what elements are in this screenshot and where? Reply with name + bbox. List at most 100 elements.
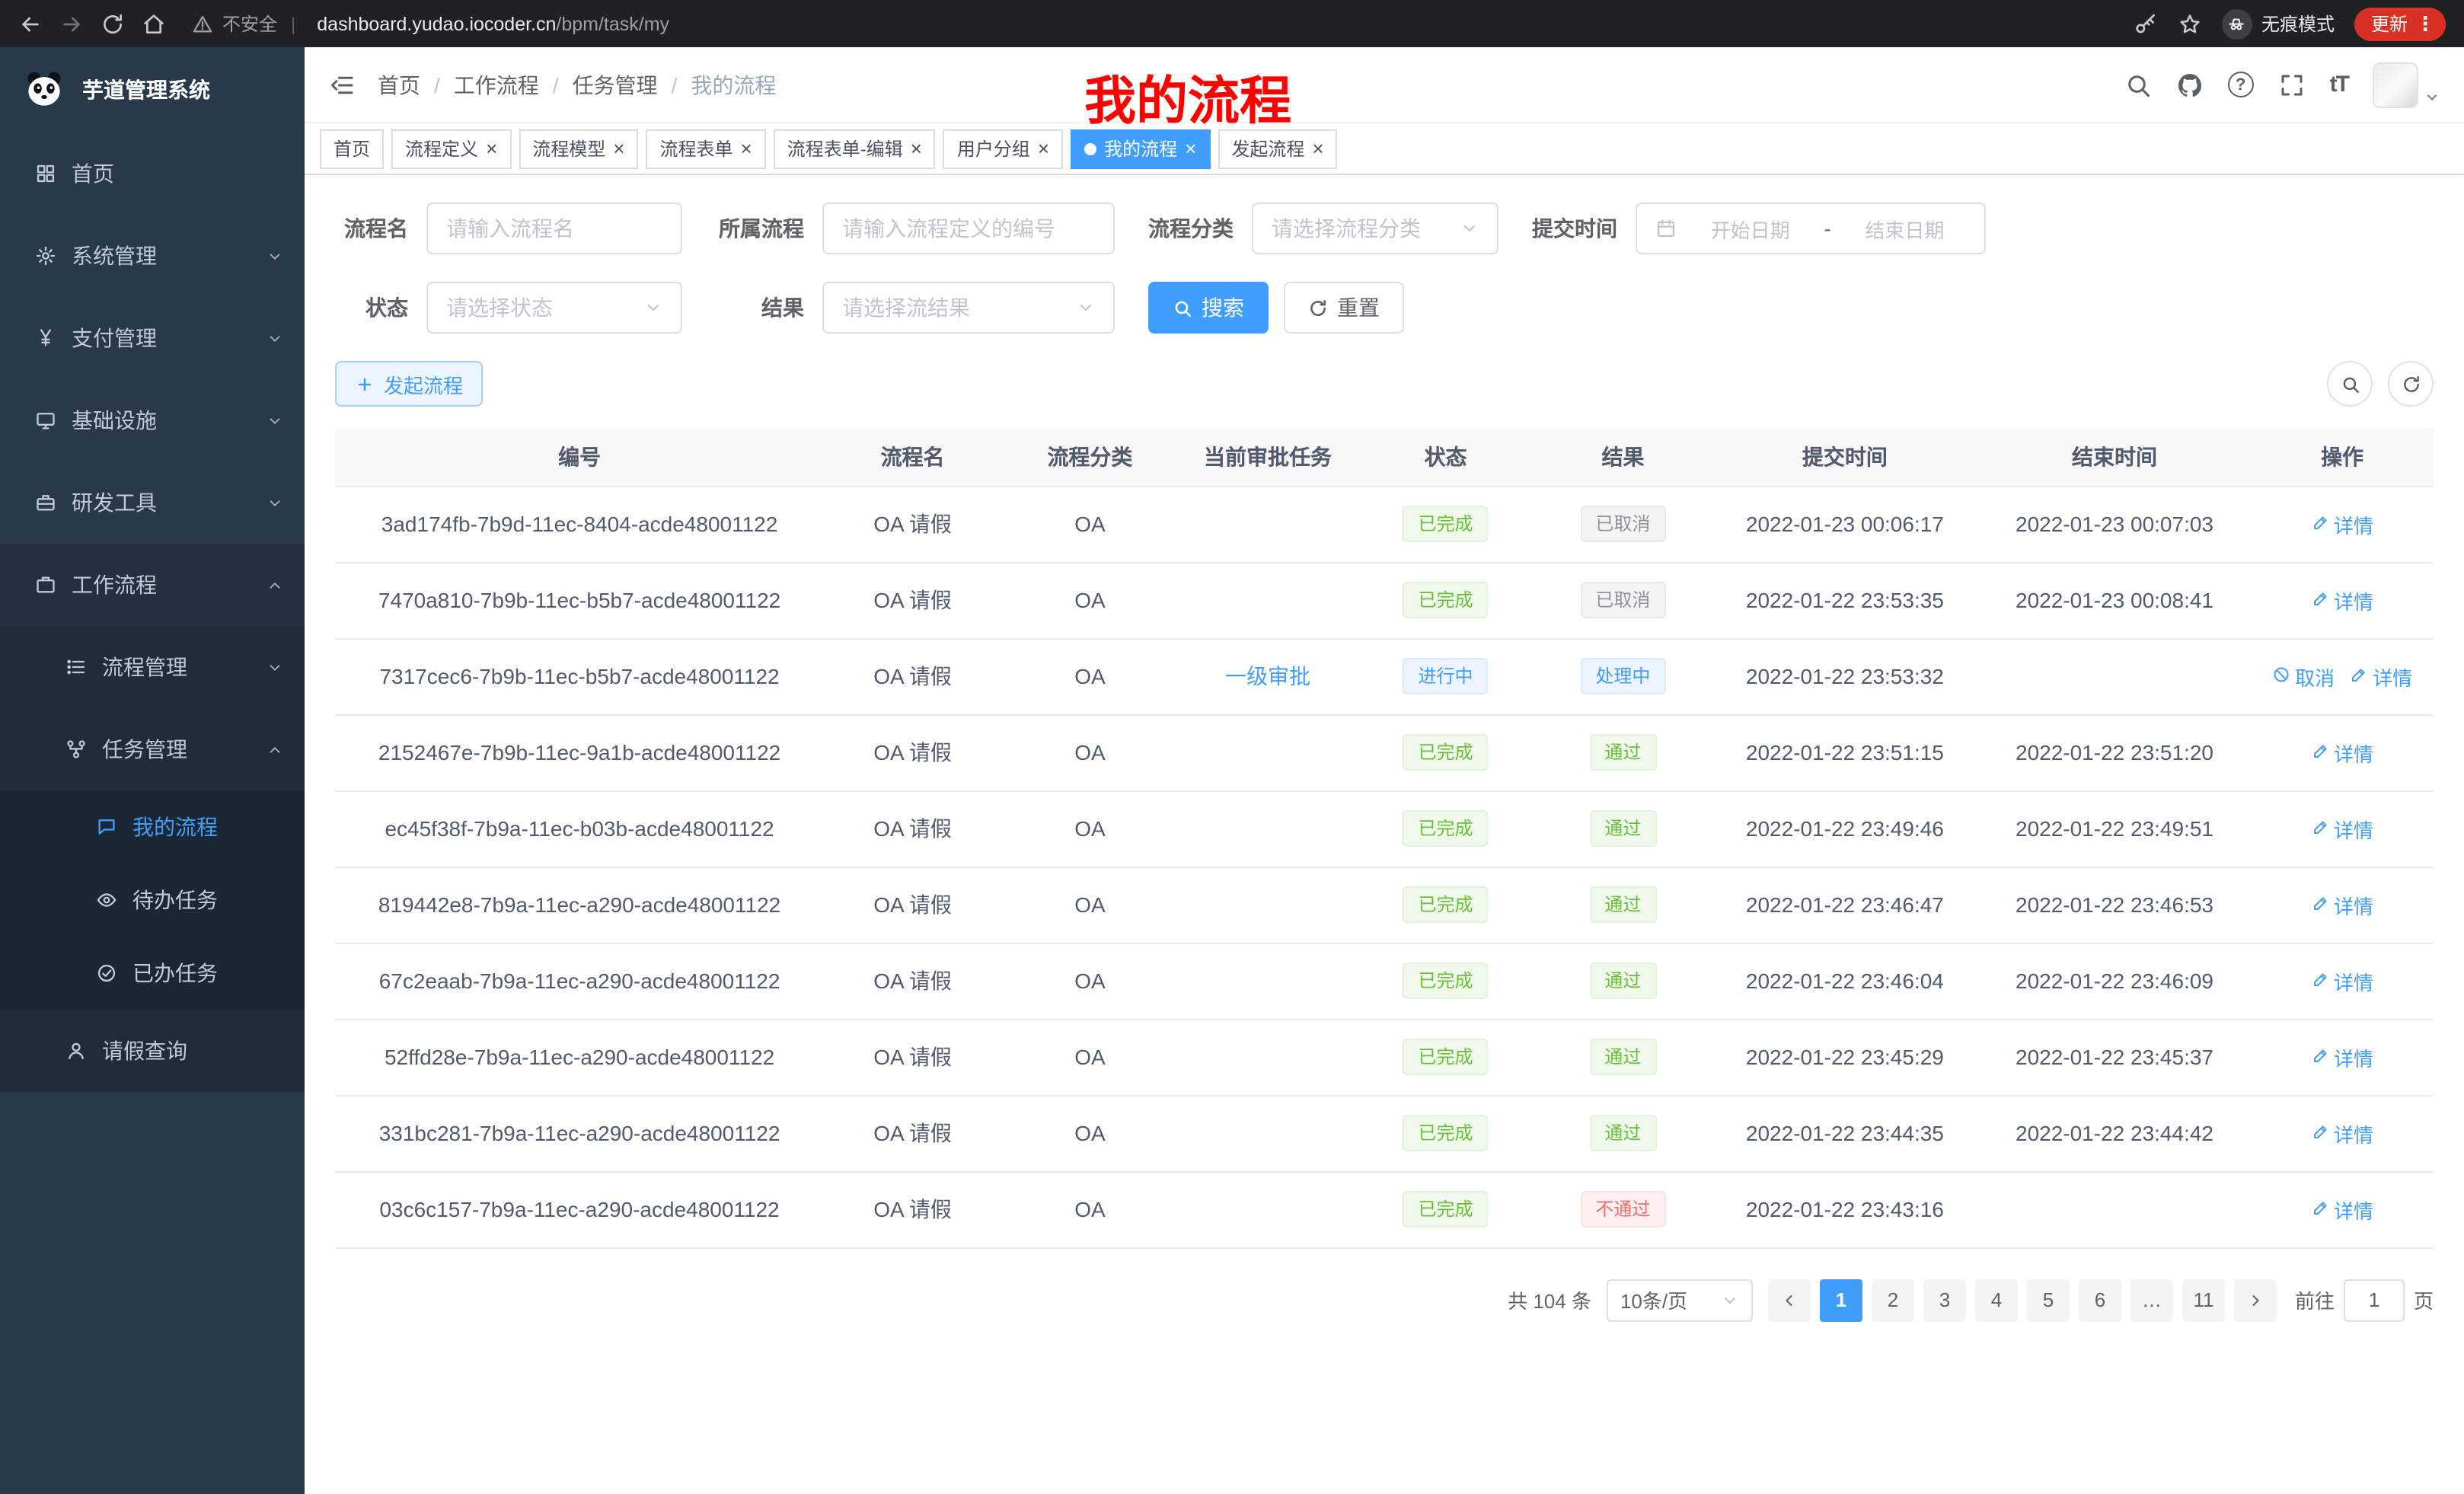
- page-button[interactable]: 1: [1820, 1279, 1862, 1321]
- cell-id: 67c2eaab-7b9a-11ec-a290-acde48001122: [335, 943, 824, 1019]
- tab-process-form-edit[interactable]: 流程表单-编辑×: [774, 129, 936, 168]
- search-icon[interactable]: [2124, 71, 2152, 98]
- fullscreen-icon[interactable]: [2278, 71, 2306, 98]
- back-icon[interactable]: [18, 11, 43, 36]
- tab-close-icon[interactable]: ×: [741, 139, 752, 158]
- goto-page-input[interactable]: [2344, 1279, 2405, 1321]
- page-button[interactable]: 6: [2079, 1279, 2121, 1321]
- tab-close-icon[interactable]: ×: [911, 139, 922, 158]
- sidebar-item-infrastructure[interactable]: 基础设施: [0, 379, 305, 461]
- cell-process-name: OA 请假: [824, 943, 1001, 1019]
- next-page-button[interactable]: [2234, 1279, 2277, 1321]
- start-date-placeholder[interactable]: 开始日期: [1689, 214, 1811, 243]
- browser-menu-icon[interactable]: ⋮: [2415, 11, 2435, 36]
- tab-close-icon[interactable]: ×: [1038, 139, 1049, 158]
- page-button[interactable]: 4: [1975, 1279, 2018, 1321]
- detail-link[interactable]: 详情: [2311, 814, 2373, 843]
- sidebar-item-process-management[interactable]: 流程管理: [0, 626, 305, 708]
- process-name-input[interactable]: [426, 203, 682, 254]
- hamburger-icon[interactable]: [329, 71, 356, 98]
- tab-my-process[interactable]: 我的流程×: [1071, 129, 1210, 168]
- refresh-table-button[interactable]: [2388, 361, 2434, 407]
- category-select[interactable]: 请选择流程分类: [1252, 203, 1499, 254]
- breadcrumb-item[interactable]: 工作流程: [454, 69, 539, 100]
- tab-start-process[interactable]: 发起流程×: [1218, 129, 1337, 168]
- url-text[interactable]: dashboard.yudao.iocoder.cn/bpm/task/my: [317, 13, 669, 34]
- sidebar-item-system-management[interactable]: 系统管理: [0, 215, 305, 297]
- tab-process-definition[interactable]: 流程定义×: [391, 129, 511, 168]
- github-icon[interactable]: [2176, 71, 2204, 98]
- goto-suffix: 页: [2414, 1285, 2434, 1314]
- breadcrumb-item[interactable]: 首页: [378, 69, 420, 100]
- sidebar-item-task-management[interactable]: 任务管理: [0, 708, 305, 790]
- status-tag: 已完成: [1403, 886, 1489, 923]
- update-button[interactable]: 更新 ⋮: [2354, 7, 2446, 40]
- start-process-button[interactable]: 发起流程: [335, 361, 483, 407]
- detail-link[interactable]: 详情: [2350, 662, 2412, 691]
- tab-process-form[interactable]: 流程表单 ×: [646, 129, 765, 168]
- sidebar-item-payment-management[interactable]: 支付管理: [0, 297, 305, 379]
- help-icon[interactable]: ?: [2228, 72, 2254, 97]
- sidebar-item-my-process[interactable]: 我的流程: [0, 790, 305, 864]
- detail-link[interactable]: 详情: [2311, 1042, 2373, 1071]
- detail-link[interactable]: 详情: [2311, 1119, 2373, 1148]
- user-menu[interactable]: [2373, 62, 2440, 107]
- toggle-search-button[interactable]: [2327, 361, 2373, 407]
- tab-process-model[interactable]: 流程模型×: [519, 129, 638, 168]
- app-logo[interactable]: 芋道管理系统: [0, 47, 305, 132]
- reset-button[interactable]: 重置: [1284, 282, 1404, 334]
- page-button[interactable]: 2: [1872, 1279, 1914, 1321]
- detail-link[interactable]: 详情: [2311, 586, 2373, 615]
- sidebar-item-leave-query[interactable]: 请假查询: [0, 1010, 305, 1092]
- site-security[interactable]: 不安全 |: [192, 11, 300, 37]
- chevron-down-icon: [267, 659, 283, 675]
- tab-close-icon[interactable]: ×: [486, 139, 497, 158]
- cell-current-task: 一级审批: [1179, 638, 1357, 714]
- cell-submit-time: 2022-01-22 23:51:15: [1712, 714, 1978, 790]
- result-select[interactable]: 请选择流结果: [822, 282, 1115, 334]
- detail-link[interactable]: 详情: [2311, 966, 2373, 995]
- font-size-icon[interactable]: tT: [2330, 72, 2348, 97]
- process-definition-input[interactable]: [822, 203, 1115, 254]
- current-task-link[interactable]: 一级审批: [1225, 664, 1310, 688]
- page-button[interactable]: 5: [2027, 1279, 2070, 1321]
- key-icon[interactable]: [2134, 11, 2158, 36]
- detail-link[interactable]: 详情: [2311, 738, 2373, 767]
- end-date-placeholder[interactable]: 结束日期: [1843, 214, 1966, 243]
- detail-link[interactable]: 详情: [2311, 890, 2373, 919]
- forward-icon[interactable]: [59, 11, 84, 36]
- breadcrumb-item[interactable]: 任务管理: [573, 69, 658, 100]
- search-button[interactable]: 搜索: [1148, 282, 1269, 334]
- cell-submit-time: 2022-01-22 23:44:35: [1712, 1095, 1978, 1171]
- process-table: 编号流程名流程分类当前审批任务状态结果提交时间结束时间操作 3ad174fb-7…: [335, 428, 2434, 1248]
- sidebar-item-home[interactable]: 首页: [0, 132, 305, 215]
- tab-home[interactable]: 首页: [320, 129, 384, 168]
- submit-time-range[interactable]: 开始日期 - 结束日期: [1636, 203, 1986, 254]
- home-icon[interactable]: [142, 11, 166, 36]
- tab-user-group[interactable]: 用户分组×: [943, 129, 1063, 168]
- pager-more[interactable]: …: [2130, 1279, 2173, 1321]
- sidebar-item-done-tasks[interactable]: 已办任务: [0, 937, 305, 1010]
- page-size-select[interactable]: 10条/页: [1607, 1279, 1753, 1321]
- reload-icon[interactable]: [101, 11, 125, 36]
- status-select[interactable]: 请选择状态: [426, 282, 682, 334]
- table-row: ec45f38f-7b9a-11ec-b03b-acde48001122OA 请…: [335, 790, 2434, 867]
- detail-link[interactable]: 详情: [2311, 1195, 2373, 1224]
- cancel-link[interactable]: 取消: [2272, 662, 2335, 691]
- tab-close-icon[interactable]: ×: [1185, 139, 1196, 158]
- cell-end-time: [1978, 638, 2251, 714]
- process-name-field[interactable]: [446, 216, 662, 241]
- page-button[interactable]: 3: [1923, 1279, 1966, 1321]
- sidebar-item-workflow[interactable]: 工作流程: [0, 544, 305, 626]
- sidebar-item-dev-tools[interactable]: 研发工具: [0, 461, 305, 544]
- star-icon[interactable]: [2178, 11, 2202, 36]
- tab-label: 流程表单: [659, 136, 732, 161]
- page-button[interactable]: 11: [2182, 1279, 2225, 1321]
- process-definition-field[interactable]: [842, 216, 1095, 241]
- prev-page-button[interactable]: [1768, 1279, 1811, 1321]
- sidebar-item-todo-tasks[interactable]: 待办任务: [0, 864, 305, 937]
- detail-link[interactable]: 详情: [2311, 509, 2373, 538]
- tab-close-icon[interactable]: ×: [1312, 139, 1323, 158]
- tab-close-icon[interactable]: ×: [613, 139, 624, 158]
- avatar[interactable]: [2373, 62, 2418, 107]
